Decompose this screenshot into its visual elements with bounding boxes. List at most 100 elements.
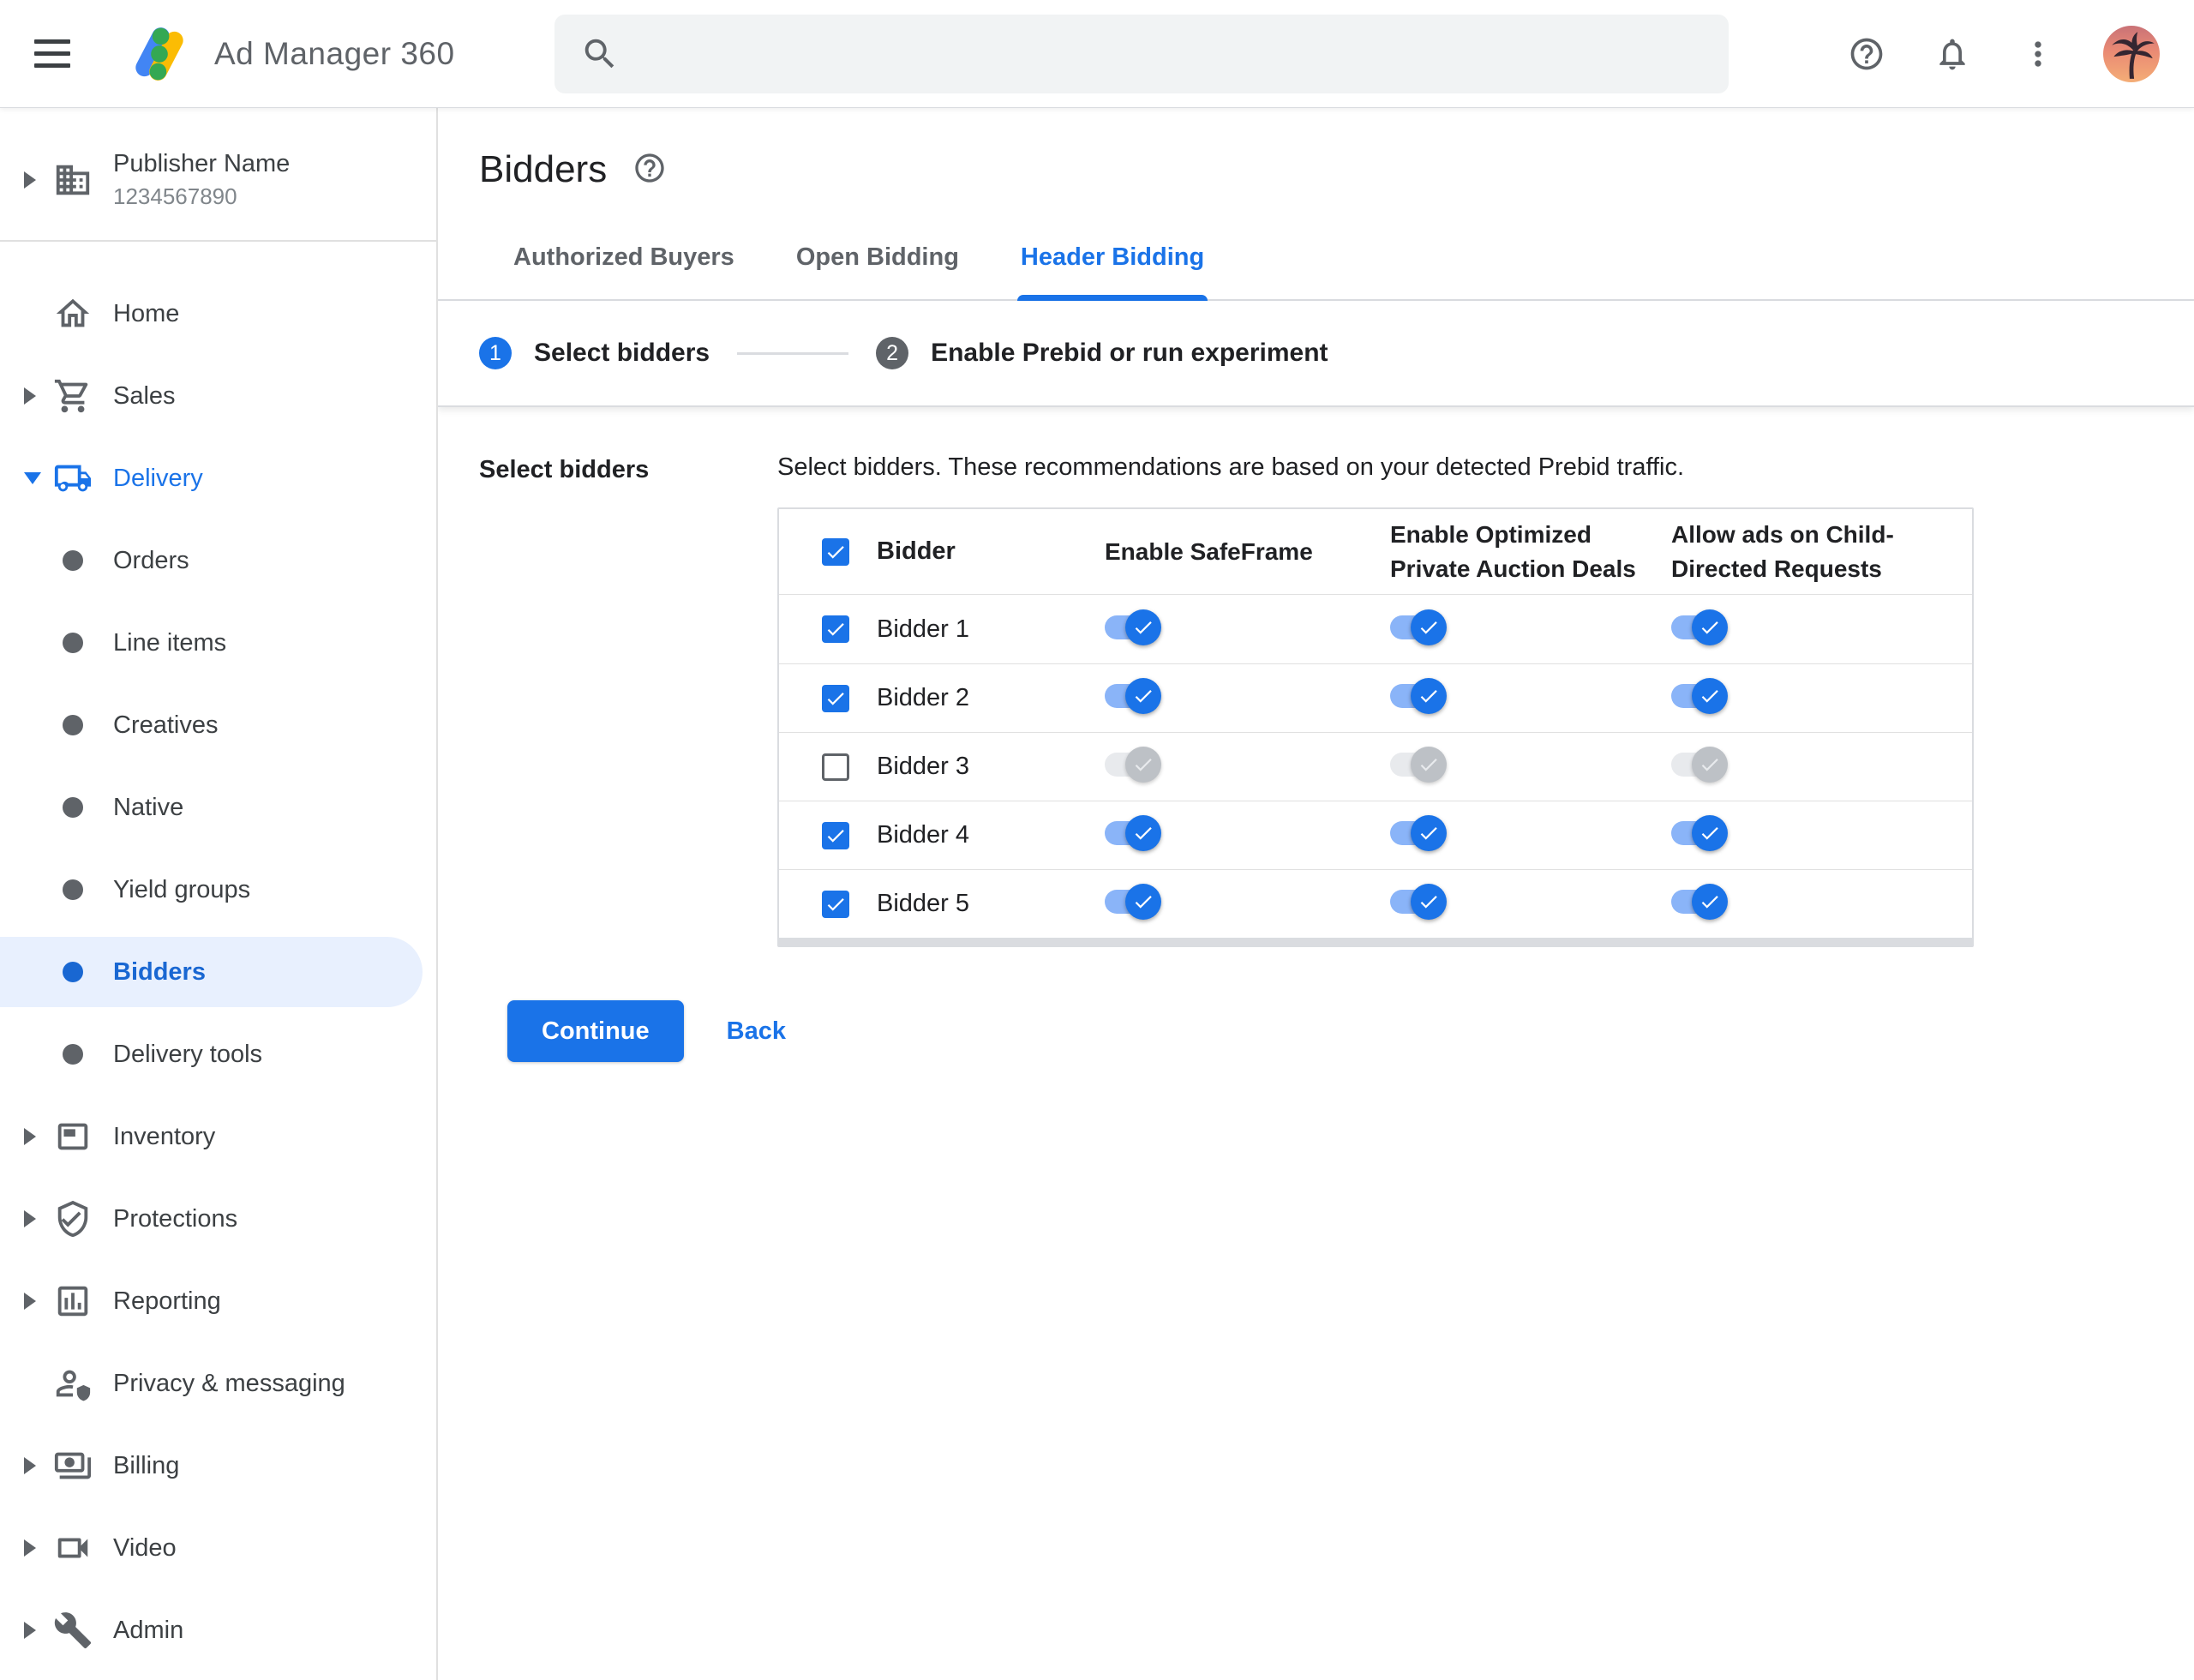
main-content: Bidders Authorized Buyers Open Bidding H…: [438, 108, 2194, 1680]
bullet-icon: [63, 962, 83, 982]
optimized-deals-toggle[interactable]: [1390, 746, 1447, 783]
building-icon: [51, 160, 94, 200]
step-number: 1: [479, 337, 512, 369]
sidebar-item-billing[interactable]: Billing: [0, 1425, 436, 1507]
wrench-icon: [51, 1611, 94, 1650]
section-label: Select bidders: [479, 456, 650, 483]
optimized-deals-toggle[interactable]: [1390, 814, 1447, 852]
publisher-id: 1234567890: [113, 183, 237, 209]
tabbar: Authorized Buyers Open Bidding Header Bi…: [438, 228, 2194, 301]
optimized-deals-toggle[interactable]: [1390, 677, 1447, 715]
step-number: 2: [876, 337, 909, 369]
optimized-deals-toggle[interactable]: [1390, 883, 1447, 921]
app-title: Ad Manager 360: [214, 35, 455, 71]
tab-authorized-buyers[interactable]: Authorized Buyers: [510, 228, 738, 299]
column-header-safeframe: Enable SafeFrame: [1105, 537, 1313, 565]
bullet-icon: [63, 550, 83, 571]
sidebar-item-native[interactable]: Native: [0, 766, 436, 849]
row-checkbox[interactable]: [822, 615, 849, 643]
continue-button[interactable]: Continue: [507, 1000, 684, 1062]
sidebar-item-bidders[interactable]: Bidders: [0, 931, 436, 1013]
bullet-icon: [63, 633, 83, 653]
payments-icon: [51, 1446, 94, 1485]
column-header-child-directed: Allow ads on Child-Directed Requests: [1671, 520, 1894, 582]
chevron-right-icon: [24, 1539, 36, 1557]
publisher-selector[interactable]: Publisher Name 1234567890: [0, 108, 436, 242]
home-icon: [51, 294, 94, 333]
notifications-bell-icon[interactable]: [1932, 33, 1973, 75]
cart-icon: [51, 376, 94, 416]
sidebar-item-protections[interactable]: Protections: [0, 1178, 436, 1260]
safeframe-toggle[interactable]: [1105, 883, 1161, 921]
bullet-icon: [63, 879, 83, 900]
table-header-row: Bidder Enable SafeFrame Enable Optimized…: [779, 509, 1972, 595]
child-directed-toggle[interactable]: [1671, 814, 1728, 852]
back-button[interactable]: Back: [727, 1017, 786, 1046]
row-checkbox[interactable]: [822, 890, 849, 918]
column-header-bidder: Bidder: [877, 537, 956, 565]
avatar[interactable]: [2103, 25, 2160, 82]
palm-tree-icon: [2112, 31, 2155, 79]
ad-manager-logo: [135, 27, 183, 81]
bullet-icon: [63, 1044, 83, 1065]
horizontal-scrollbar[interactable]: [779, 938, 1972, 945]
videocam-icon: [51, 1528, 94, 1568]
sidebar-item-orders[interactable]: Orders: [0, 519, 436, 602]
sidebar-item-privacy-messaging[interactable]: Privacy & messaging: [0, 1342, 436, 1425]
row-checkbox[interactable]: [822, 684, 849, 712]
column-header-optimized-deals: Enable Optimized Private Auction Deals: [1390, 520, 1636, 582]
row-checkbox[interactable]: [822, 821, 849, 849]
bullet-icon: [63, 715, 83, 735]
shield-check-icon: [51, 1199, 94, 1239]
sidebar-item-home[interactable]: Home: [0, 273, 436, 355]
sidebar-item-inventory[interactable]: Inventory: [0, 1095, 436, 1178]
chevron-right-icon: [24, 171, 36, 189]
child-directed-toggle[interactable]: [1671, 746, 1728, 783]
safeframe-toggle[interactable]: [1105, 677, 1161, 715]
more-vertical-icon[interactable]: [2017, 33, 2059, 75]
search-input[interactable]: [554, 14, 1729, 93]
row-checkbox[interactable]: [822, 753, 849, 781]
tab-open-bidding[interactable]: Open Bidding: [793, 228, 962, 299]
chevron-right-icon: [24, 1210, 36, 1227]
child-directed-toggle[interactable]: [1671, 677, 1728, 715]
step-enable-prebid: 2 Enable Prebid or run experiment: [876, 337, 1328, 369]
sidebar-item-delivery[interactable]: Delivery: [0, 437, 436, 519]
sidebar-item-reporting[interactable]: Reporting: [0, 1260, 436, 1342]
child-directed-toggle[interactable]: [1671, 883, 1728, 921]
safeframe-toggle[interactable]: [1105, 609, 1161, 646]
truck-icon: [51, 459, 94, 498]
page-title: Bidders: [479, 148, 608, 190]
optimized-deals-toggle[interactable]: [1390, 609, 1447, 646]
chevron-right-icon: [24, 387, 36, 405]
chevron-right-icon: [24, 1293, 36, 1310]
search-icon: [584, 39, 614, 68]
sidebar-item-video[interactable]: Video: [0, 1507, 436, 1589]
chevron-right-icon: [24, 1128, 36, 1145]
sidebar-item-yield-groups[interactable]: Yield groups: [0, 849, 436, 931]
person-shield-icon: [51, 1364, 94, 1403]
select-all-checkbox[interactable]: [822, 537, 849, 566]
page-help-icon[interactable]: [632, 151, 667, 189]
sidebar-item-admin[interactable]: Admin: [0, 1589, 436, 1671]
publisher-name: Publisher Name: [113, 150, 291, 177]
sidebar-item-line-items[interactable]: Line items: [0, 602, 436, 684]
safeframe-toggle[interactable]: [1105, 746, 1161, 783]
sidebar-item-creatives[interactable]: Creatives: [0, 684, 436, 766]
wizard-stepper: 1 Select bidders 2 Enable Prebid or run …: [438, 301, 2194, 407]
help-icon[interactable]: [1846, 33, 1887, 75]
table-row: Bidder 4: [779, 801, 1972, 869]
sidebar: Publisher Name 1234567890 Home Sales Del…: [0, 108, 438, 1680]
sidebar-item-sales[interactable]: Sales: [0, 355, 436, 437]
table-row: Bidder 2: [779, 663, 1972, 732]
table-row: Bidder 1: [779, 595, 1972, 663]
bar-chart-icon: [51, 1281, 94, 1321]
inventory-icon: [51, 1117, 94, 1156]
sidebar-item-delivery-tools[interactable]: Delivery tools: [0, 1013, 436, 1095]
child-directed-toggle[interactable]: [1671, 609, 1728, 646]
safeframe-toggle[interactable]: [1105, 814, 1161, 852]
menu-icon[interactable]: [34, 28, 86, 80]
step-select-bidders: 1 Select bidders: [479, 337, 710, 369]
tab-header-bidding[interactable]: Header Bidding: [1016, 228, 1208, 301]
table-row: Bidder 3: [779, 732, 1972, 801]
